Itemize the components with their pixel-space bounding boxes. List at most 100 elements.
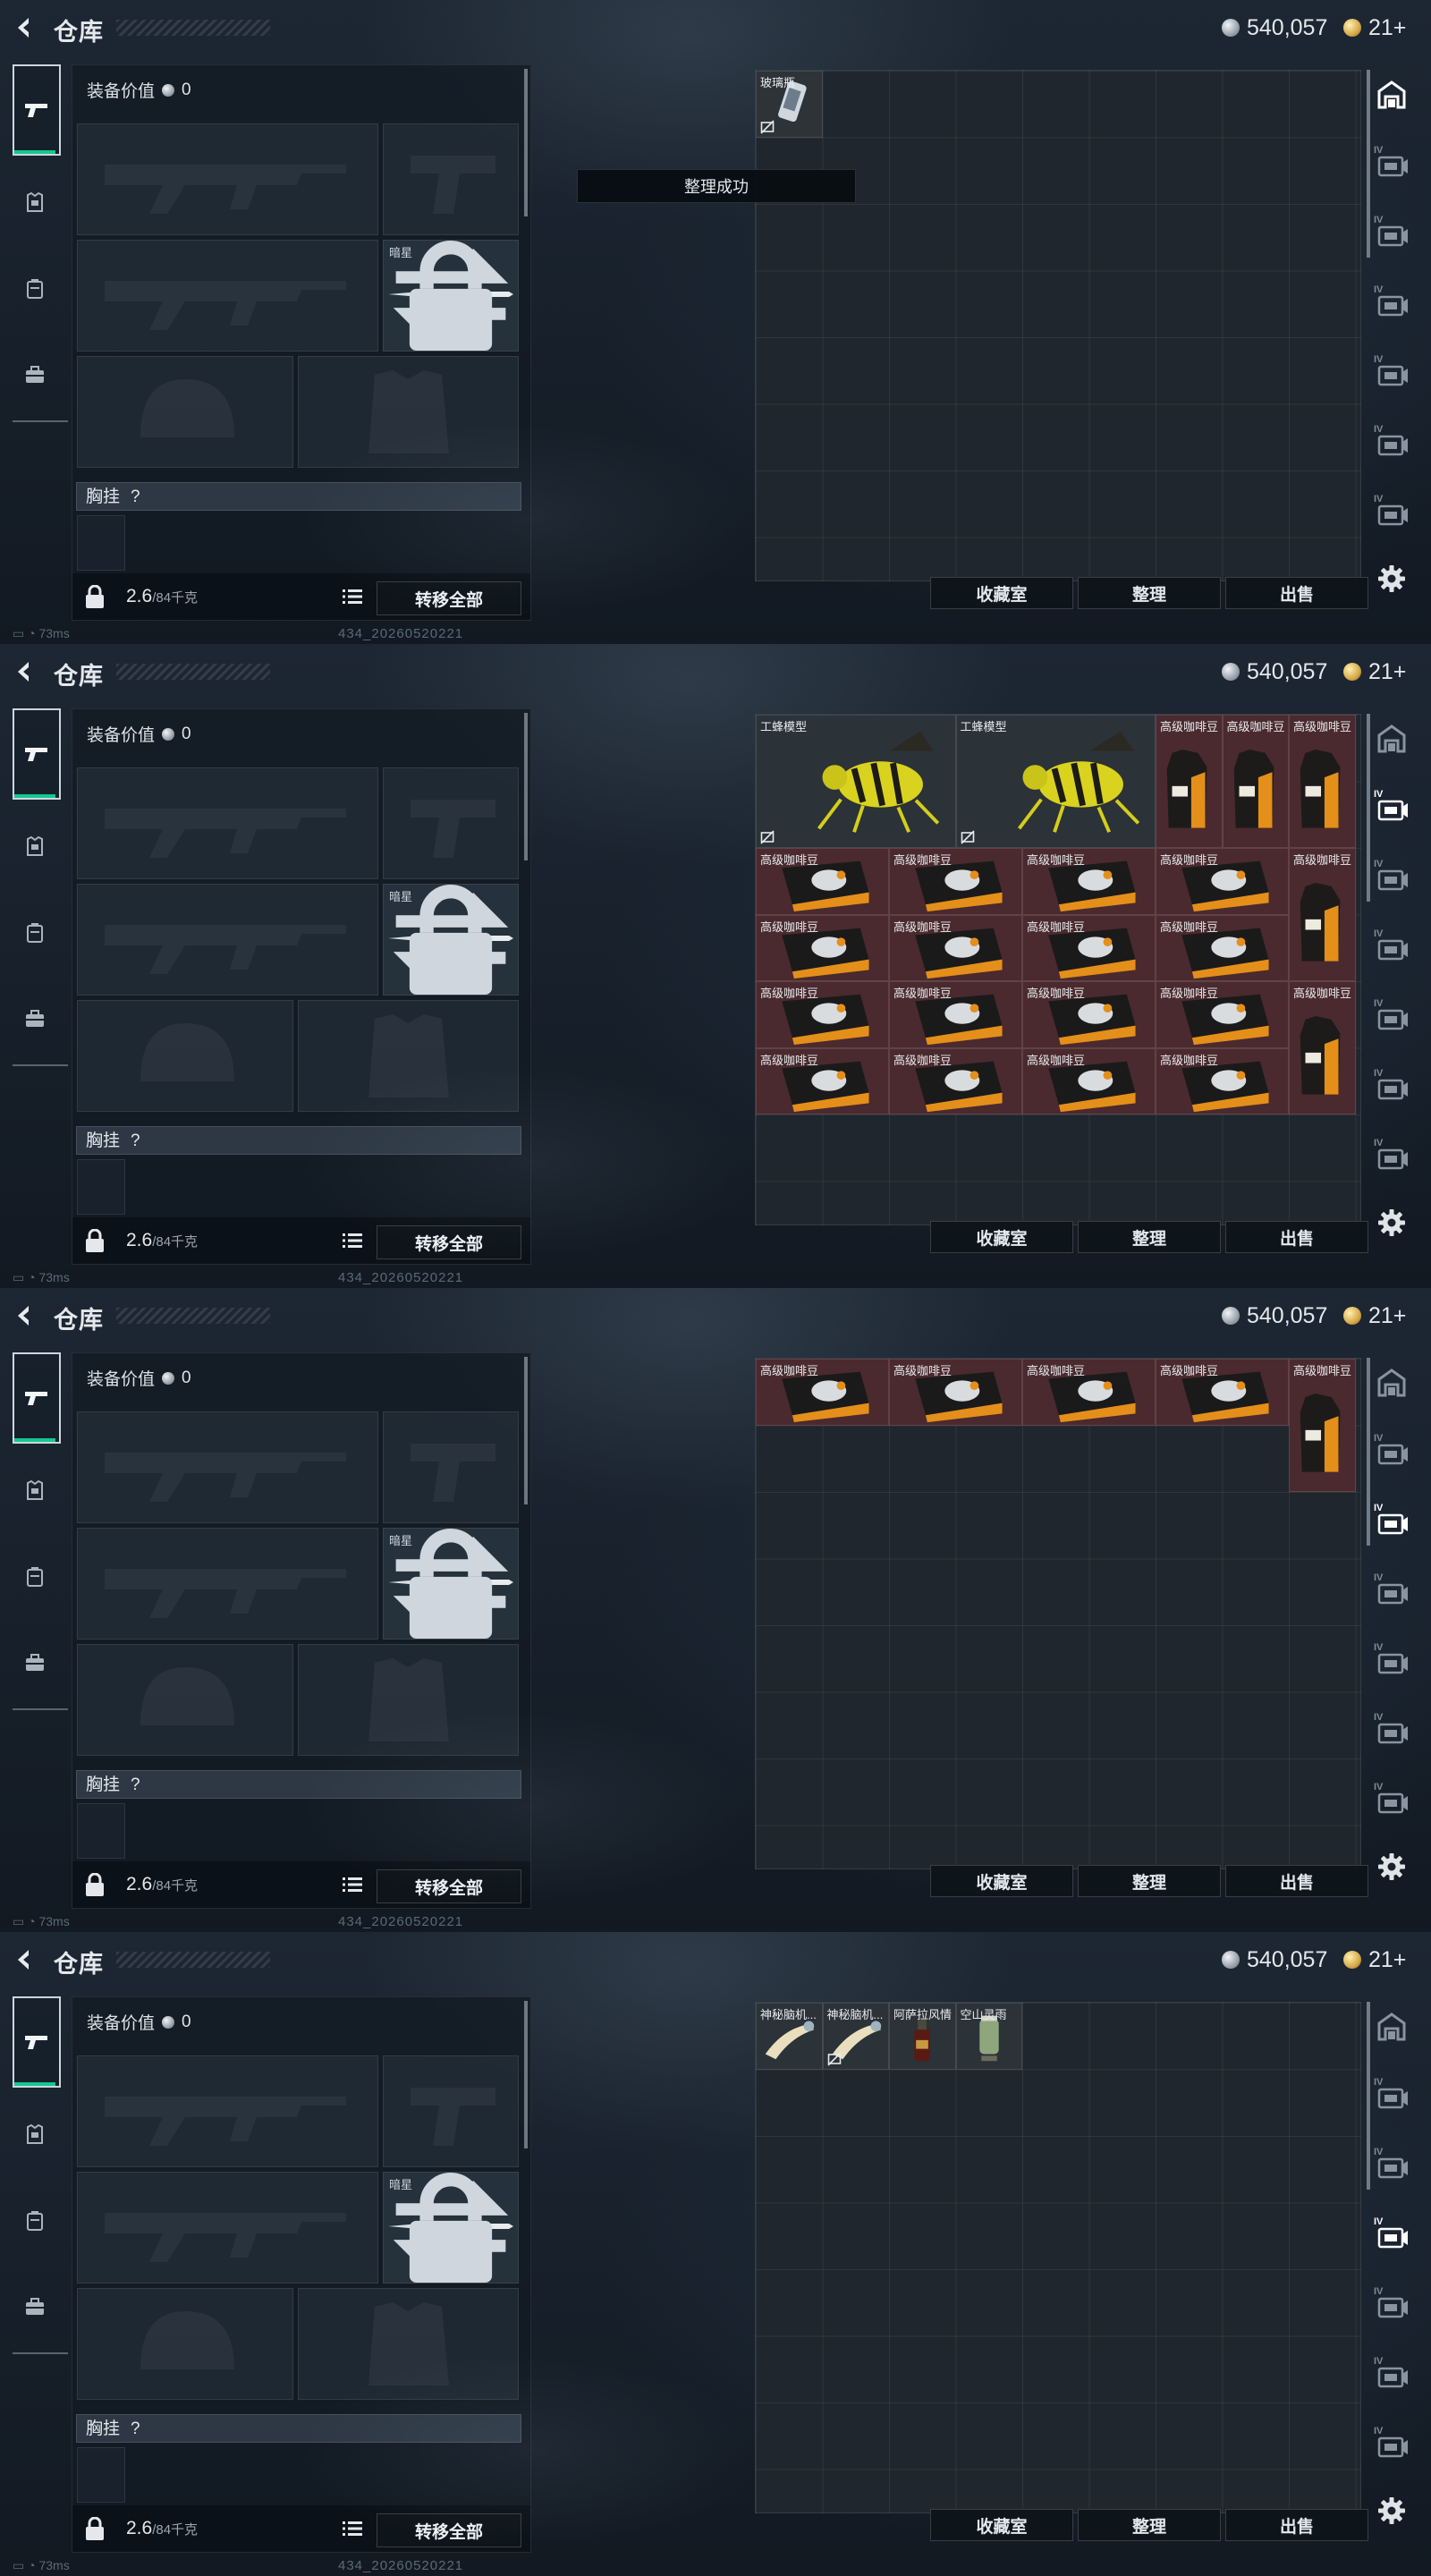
chest-rig-help-icon[interactable]: ?	[131, 2419, 140, 2438]
secondary-weapon-slot[interactable]	[77, 2172, 378, 2284]
storage-item[interactable]: 高级咖啡豆	[1156, 981, 1289, 1048]
chest-rig-slot[interactable]	[77, 2447, 125, 2503]
tab-chest-rig[interactable]	[13, 1546, 57, 1608]
tab-backpack[interactable]	[13, 2275, 57, 2338]
storage-item[interactable]: 工蜂模型	[955, 715, 1156, 848]
tab-armor[interactable]	[13, 816, 57, 878]
storage-page-tab-2[interactable]: IV	[1374, 2077, 1410, 2114]
storage-grid[interactable]: 玻璃瓶	[755, 70, 1361, 581]
storage-page-tab-3[interactable]: IV	[1374, 1503, 1410, 1540]
lock-icon[interactable]	[85, 1873, 105, 1896]
storage-item[interactable]: 高级咖啡豆	[1156, 1047, 1289, 1114]
storage-page-tab-5[interactable]: IV	[1374, 1642, 1410, 1680]
chest-rig-slot[interactable]	[77, 1159, 125, 1215]
gear-icon[interactable]	[1376, 1852, 1407, 1882]
storage-page-tab-6[interactable]: IV	[1374, 424, 1410, 462]
storage-item[interactable]: 高级咖啡豆	[1022, 848, 1156, 915]
storage-page-tab-4[interactable]: IV	[1374, 928, 1410, 966]
helmet-slot[interactable]	[77, 2288, 293, 2400]
storage-page-tab-4[interactable]: IV	[1374, 2216, 1410, 2254]
storage-item[interactable]: 高级咖啡豆	[889, 848, 1022, 915]
tab-armor[interactable]	[13, 2104, 57, 2166]
secondary-weapon-slot[interactable]	[77, 240, 378, 352]
organize-button[interactable]: 整理	[1078, 1221, 1221, 1253]
lock-icon[interactable]	[85, 1229, 105, 1252]
chest-rig-help-icon[interactable]: ?	[131, 1131, 140, 1150]
storage-item[interactable]: 玻璃瓶	[756, 71, 823, 138]
storage-item[interactable]: 高级咖啡豆	[889, 1047, 1022, 1114]
storage-item[interactable]: 高级咖啡豆	[1156, 848, 1289, 915]
storage-item[interactable]: 神秘脑机...	[822, 2003, 889, 2070]
storage-item[interactable]: 高级咖啡豆	[756, 1047, 889, 1114]
storage-page-tab-7[interactable]: IV	[1374, 494, 1410, 531]
gold-balance[interactable]: 21+	[1343, 658, 1406, 685]
storage-page-tab-1[interactable]	[1374, 2009, 1410, 2045]
storage-item[interactable]: 高级咖啡豆	[756, 981, 889, 1048]
tab-backpack[interactable]	[13, 343, 57, 406]
gear-icon[interactable]	[1376, 564, 1407, 594]
storage-grid[interactable]: 神秘脑机... 神秘脑机... 阿萨拉风情 空山灵雨	[755, 2002, 1361, 2513]
back-arrow-icon[interactable]	[11, 658, 38, 685]
list-icon[interactable]	[343, 2520, 362, 2538]
chest-rig-header[interactable]: 胸挂?	[76, 2414, 521, 2443]
primary-weapon-slot[interactable]	[77, 123, 378, 235]
storage-item[interactable]: 高级咖啡豆	[756, 914, 889, 981]
chest-rig-help-icon[interactable]: ?	[131, 1775, 140, 1794]
primary-weapon-slot[interactable]	[77, 2055, 378, 2167]
storage-page-tab-4[interactable]: IV	[1374, 1572, 1410, 1610]
sell-button[interactable]: 出售	[1225, 2509, 1368, 2541]
storage-page-tab-2[interactable]: IV	[1374, 1433, 1410, 1470]
storage-page-tab-3[interactable]: IV	[1374, 215, 1410, 252]
list-icon[interactable]	[343, 588, 362, 606]
tab-chest-rig[interactable]	[13, 258, 57, 320]
body-armor-slot[interactable]	[298, 1644, 519, 1756]
storage-page-tab-6[interactable]: IV	[1374, 1712, 1410, 1750]
storage-page-tab-3[interactable]: IV	[1374, 859, 1410, 896]
storage-page-tab-1[interactable]	[1374, 1365, 1410, 1401]
body-armor-slot[interactable]	[298, 2288, 519, 2400]
tab-armor[interactable]	[13, 1460, 57, 1522]
storage-item[interactable]: 工蜂模型	[756, 715, 956, 848]
storage-item[interactable]: 高级咖啡豆	[1022, 1359, 1156, 1426]
storage-page-tab-3[interactable]: IV	[1374, 2147, 1410, 2184]
storage-page-tab-5[interactable]: IV	[1374, 998, 1410, 1036]
storage-item[interactable]: 高级咖啡豆	[1022, 1047, 1156, 1114]
collection-room-button[interactable]: 收藏室	[930, 1221, 1073, 1253]
storage-page-tab-5[interactable]: IV	[1374, 2286, 1410, 2324]
tab-backpack[interactable]	[13, 987, 57, 1050]
storage-item[interactable]: 高级咖啡豆	[756, 848, 889, 915]
chest-rig-header[interactable]: 胸挂?	[76, 1126, 521, 1155]
tab-weapons[interactable]	[13, 64, 61, 156]
storage-item[interactable]: 高级咖啡豆	[1289, 715, 1356, 848]
secondary-weapon-slot[interactable]	[77, 1528, 378, 1640]
gold-balance[interactable]: 21+	[1343, 1302, 1406, 1329]
chest-rig-header[interactable]: 胸挂?	[76, 1770, 521, 1799]
storage-item[interactable]: 阿萨拉风情	[889, 2003, 956, 2070]
list-icon[interactable]	[343, 1876, 362, 1894]
storage-item[interactable]: 高级咖啡豆	[1289, 848, 1356, 981]
storage-page-tab-7[interactable]: IV	[1374, 1782, 1410, 1819]
primary-weapon-slot[interactable]	[77, 767, 378, 879]
tab-weapons[interactable]	[13, 708, 61, 800]
gear-icon[interactable]	[1376, 1208, 1407, 1238]
pistol-slot[interactable]	[383, 123, 519, 235]
sell-button[interactable]: 出售	[1225, 1221, 1368, 1253]
tab-weapons[interactable]	[13, 1996, 61, 2088]
body-armor-slot[interactable]	[298, 356, 519, 468]
pistol-slot[interactable]	[383, 767, 519, 879]
collection-room-button[interactable]: 收藏室	[930, 2509, 1073, 2541]
back-arrow-icon[interactable]	[11, 14, 38, 41]
equipment-scrollbar[interactable]	[524, 2001, 528, 2148]
list-icon[interactable]	[343, 1232, 362, 1250]
chest-rig-header[interactable]: 胸挂?	[76, 482, 521, 511]
storage-page-tab-6[interactable]: IV	[1374, 2356, 1410, 2394]
helmet-slot[interactable]	[77, 1644, 293, 1756]
chest-rig-slot[interactable]	[77, 515, 125, 571]
equipment-scrollbar[interactable]	[524, 69, 528, 216]
storage-grid[interactable]: 工蜂模型 工蜂模型 高级咖啡豆 高级咖啡豆 高级咖啡豆 高级咖啡豆 高级咖啡豆 高级咖啡豆 高级…	[755, 714, 1361, 1225]
melee-slot[interactable]: 暗星	[383, 2172, 519, 2284]
storage-page-tab-1[interactable]	[1374, 77, 1410, 113]
storage-page-tab-7[interactable]: IV	[1374, 1138, 1410, 1175]
transfer-all-button[interactable]: 转移全部	[377, 1225, 521, 1259]
body-armor-slot[interactable]	[298, 1000, 519, 1112]
